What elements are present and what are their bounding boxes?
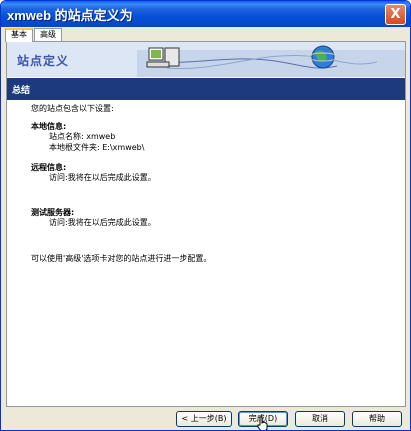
banner: 站点定义 — [7, 42, 405, 77]
tab-advanced[interactable]: 高级 — [34, 28, 62, 41]
tab-strip: 基本 高级 — [5, 28, 63, 42]
mouse-pointer-icon — [257, 416, 268, 430]
site-definition-dialog: xmweb 的站点定义为 X 基本 高级 站点定义 总结 您的站点包含以下设置:… — [0, 0, 411, 431]
network-illustration-icon — [137, 45, 405, 77]
tab-basic[interactable]: 基本 — [5, 28, 33, 42]
title-bar[interactable]: xmweb 的站点定义为 X — [1, 1, 410, 27]
back-button[interactable]: < 上一步(B) — [176, 411, 232, 427]
site-name-value: 站点名称: xmweb — [49, 132, 116, 141]
close-icon: X — [390, 7, 401, 22]
window-title: xmweb 的站点定义为 — [7, 8, 133, 23]
help-button[interactable]: 帮助 — [352, 411, 402, 427]
remote-access-value: 访问:我将在以后完成此设置。 — [49, 173, 156, 182]
summary-content: 您的站点包含以下设置: 本地信息: 站点名称: xmweb 本地根文件夹: E:… — [7, 100, 405, 406]
close-button[interactable]: X — [385, 4, 406, 25]
testing-access-value: 访问:我将在以后完成此设置。 — [49, 218, 156, 227]
summary-intro: 您的站点包含以下设置: — [31, 104, 114, 113]
tab-panel: 站点定义 总结 您的站点包含以下设置: 本地信息: 站点名称: xmweb 本地… — [6, 41, 406, 407]
advanced-config-note: 可以使用'高级'选项卡对您的站点进行进一步配置。 — [31, 254, 212, 263]
local-root-folder-value: 本地根文件夹: E:\xmweb\ — [49, 143, 145, 152]
button-row: < 上一步(B) 完成(D) 取消 帮助 — [1, 411, 410, 427]
cancel-button[interactable]: 取消 — [295, 411, 345, 427]
section-header: 总结 — [7, 78, 405, 100]
section-title: 总结 — [12, 86, 31, 96]
banner-title: 站点定义 — [17, 54, 70, 68]
